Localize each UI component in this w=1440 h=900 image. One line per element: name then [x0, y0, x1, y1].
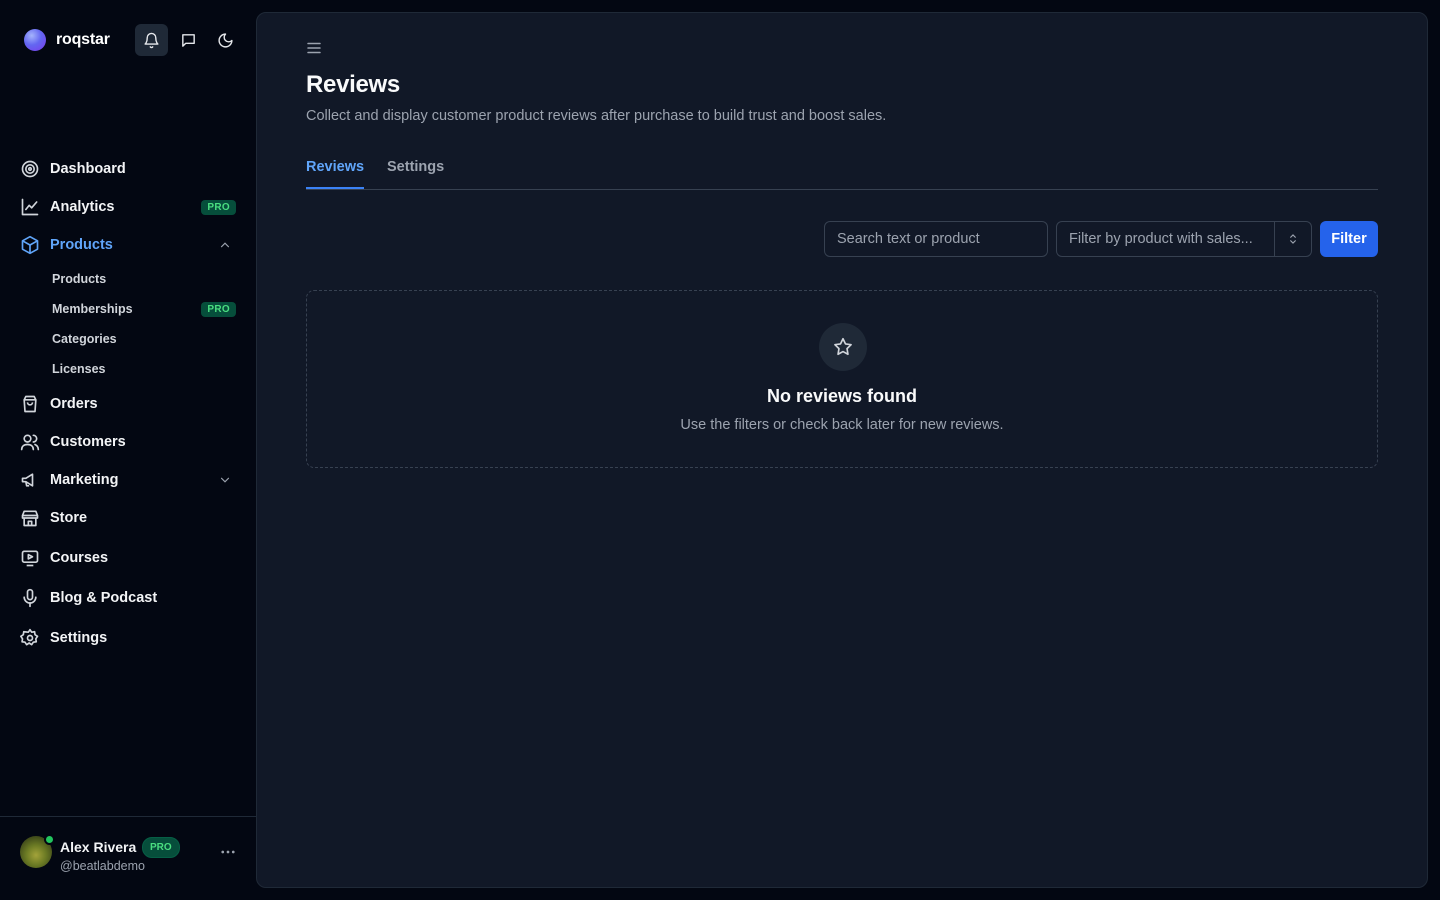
- tab-reviews[interactable]: Reviews: [306, 159, 365, 189]
- box-icon: [20, 235, 40, 255]
- store-icon: [20, 508, 40, 528]
- product-filter-select[interactable]: Filter by product with sales...: [1056, 221, 1312, 257]
- sidebar-item-label: Orders: [50, 396, 98, 412]
- moon-icon: [218, 32, 233, 48]
- sidebar-item-courses[interactable]: Courses: [12, 540, 244, 576]
- brand-name: roqstar: [56, 31, 110, 48]
- megaphone-icon: [20, 470, 40, 490]
- sidebar-subitem-label: Products: [52, 272, 107, 286]
- menu-icon[interactable]: [305, 39, 323, 57]
- pro-badge: PRO: [201, 199, 236, 215]
- empty-state-subtitle: Use the filters or check back later for …: [680, 417, 1004, 433]
- sidebar: roqstar Dashboard Analytics PRO Products: [0, 0, 256, 900]
- sidebar-subitem-licenses[interactable]: Licenses: [40, 355, 244, 383]
- sidebar-subitem-label: Licenses: [52, 362, 106, 376]
- shopping-bag-icon: [20, 394, 40, 414]
- sidebar-item-label: Customers: [50, 434, 126, 450]
- sidebar-item-customers[interactable]: Customers: [12, 424, 244, 460]
- tab-settings[interactable]: Settings: [387, 159, 444, 187]
- sidebar-item-settings[interactable]: Settings: [12, 620, 244, 656]
- star-icon: [834, 337, 852, 356]
- sidebar-item-label: Dashboard: [50, 161, 126, 177]
- sidebar-item-label: Products: [50, 237, 113, 253]
- empty-state-title: No reviews found: [766, 386, 918, 406]
- brand-logo-icon: [24, 29, 46, 51]
- sidebar-subitem-products[interactable]: Products: [40, 265, 244, 293]
- tab-bar: Reviews Settings: [306, 153, 1378, 190]
- messages-button[interactable]: [172, 24, 205, 56]
- mic-icon: [20, 588, 40, 608]
- user-handle: @beatlabdemo: [60, 859, 145, 873]
- product-filter-value: Filter by product with sales...: [1069, 231, 1253, 247]
- sidebar-item-label: Analytics: [50, 199, 115, 215]
- more-options-icon[interactable]: [219, 843, 237, 861]
- select-arrows[interactable]: [1274, 222, 1311, 256]
- chat-icon: [182, 33, 195, 47]
- chart-icon: [20, 197, 40, 217]
- pro-badge: PRO: [142, 837, 180, 858]
- sidebar-item-label: Courses: [50, 550, 109, 566]
- users-icon: [20, 432, 40, 452]
- bell-icon: [144, 32, 159, 48]
- sidebar-item-marketing[interactable]: Marketing: [12, 462, 244, 498]
- sidebar-subitem-label: Memberships: [52, 302, 133, 316]
- star-icon-wrapper: [819, 323, 867, 371]
- sidebar-item-label: Blog & Podcast: [50, 590, 158, 606]
- sidebar-item-label: Settings: [50, 630, 108, 646]
- brand[interactable]: roqstar: [24, 24, 110, 56]
- sidebar-subitem-label: Categories: [52, 332, 117, 346]
- sidebar-item-analytics[interactable]: Analytics PRO: [12, 189, 244, 225]
- user-name: Alex Rivera: [60, 839, 137, 855]
- sidebar-item-dashboard[interactable]: Dashboard: [12, 151, 244, 187]
- online-status-indicator: [44, 834, 55, 845]
- filter-button[interactable]: Filter: [1320, 221, 1378, 257]
- pro-badge: PRO: [201, 301, 236, 317]
- sidebar-subitem-memberships[interactable]: Memberships PRO: [40, 295, 244, 323]
- user-profile[interactable]: Alex Rivera PRO @beatlabdemo: [0, 816, 256, 900]
- page-title: Reviews: [306, 71, 400, 98]
- header-icon-group: [135, 24, 242, 56]
- theme-toggle-button[interactable]: [209, 24, 242, 56]
- empty-state: No reviews found Use the filters or chec…: [306, 290, 1378, 468]
- notifications-button[interactable]: [135, 24, 168, 56]
- video-icon: [20, 548, 40, 568]
- chevron-down-icon[interactable]: [218, 473, 232, 487]
- sidebar-item-label: Store: [50, 510, 88, 526]
- chevron-up-down-icon: [1290, 234, 1296, 244]
- gear-icon: [20, 628, 40, 648]
- target-icon: [20, 159, 40, 179]
- sidebar-item-orders[interactable]: Orders: [12, 386, 244, 422]
- main-panel: Reviews Collect and display customer pro…: [256, 12, 1428, 888]
- sidebar-item-store[interactable]: Store: [12, 500, 244, 536]
- chevron-up-icon[interactable]: [218, 238, 232, 252]
- page-description: Collect and display customer product rev…: [306, 108, 887, 124]
- sidebar-item-label: Marketing: [50, 472, 119, 488]
- sidebar-item-blog-podcast[interactable]: Blog & Podcast: [12, 580, 244, 616]
- sidebar-item-products[interactable]: Products: [12, 227, 244, 263]
- sidebar-subitem-categories[interactable]: Categories: [40, 325, 244, 353]
- search-input[interactable]: [824, 221, 1048, 257]
